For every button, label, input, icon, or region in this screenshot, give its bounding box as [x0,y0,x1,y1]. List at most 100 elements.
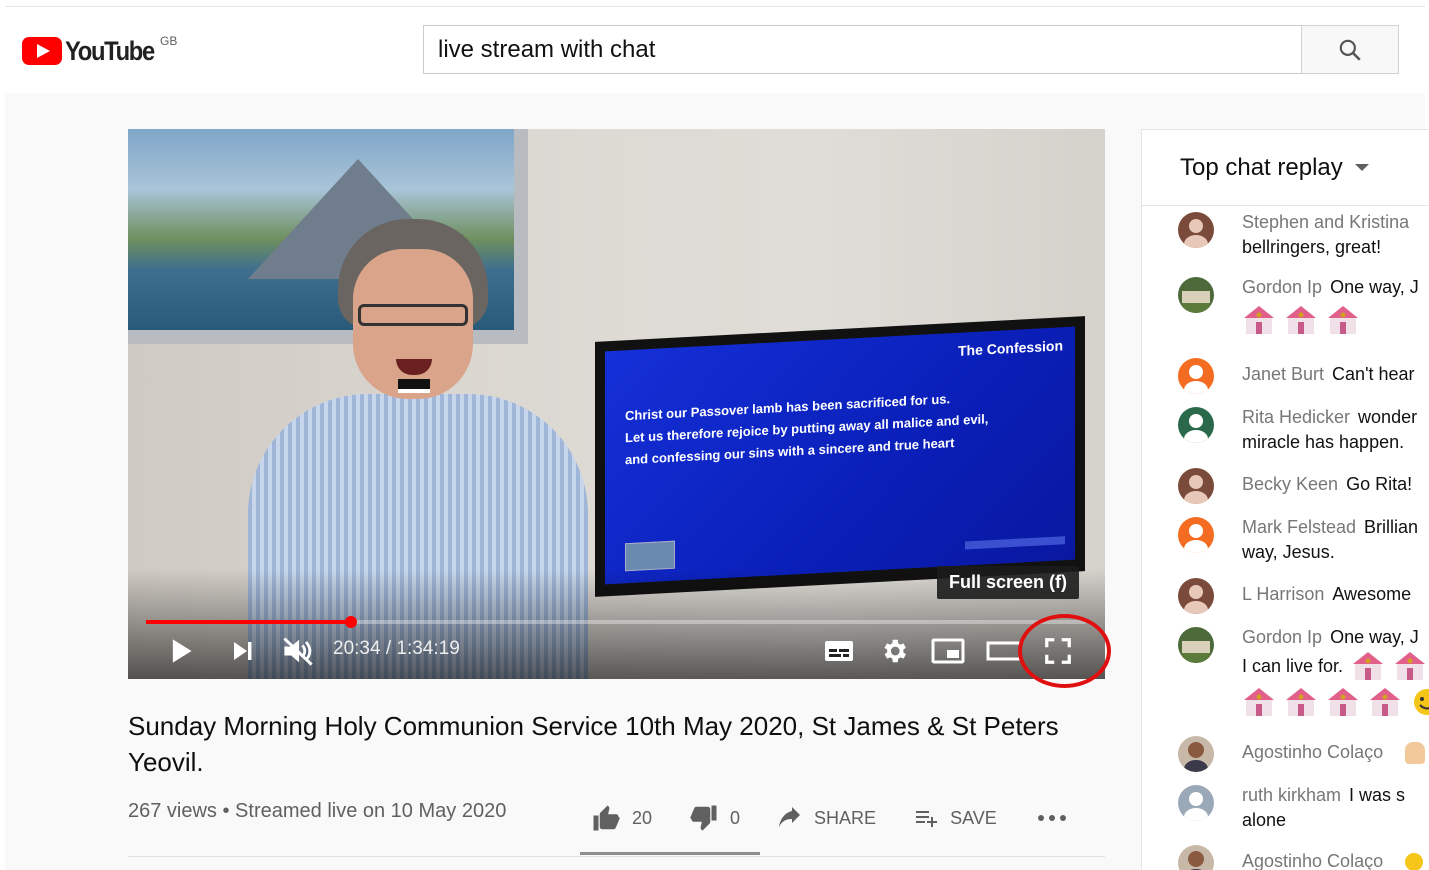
subtitles-button[interactable] [823,634,855,668]
chat-message: Gordon Ip One way, J I can live for. [1178,625,1429,718]
chat-message: Agostinho Colaço [1178,736,1429,772]
miniplayer-button[interactable] [931,634,965,668]
author-name[interactable]: Gordon Ip [1242,277,1322,297]
church-emoji-icon [1393,650,1427,682]
progress-played [146,620,351,624]
church-emoji-icon [1242,686,1276,718]
tv-screen: The Confession Christ our Passover lamb … [595,316,1085,597]
message-text: wonder [1358,407,1418,427]
avatar[interactable] [1178,517,1214,553]
chat-message: ruth kirkham I was s alone [1178,783,1429,833]
subtitles-icon [825,641,853,661]
message-text: alone [1242,810,1287,830]
message-text: way, Jesus. [1242,542,1335,562]
search-button[interactable] [1301,25,1399,74]
avatar[interactable] [1178,578,1214,614]
church-emoji-icon [1242,304,1276,336]
avatar[interactable] [1178,212,1214,248]
video-meta: 267 views • Streamed live on 10 May 2020 [128,800,507,822]
author-name[interactable]: ruth kirkham [1242,785,1341,805]
message-text: Go Rita! [1346,474,1413,494]
highlight-circle [1018,614,1111,688]
author-name[interactable]: Stephen and Kristina [1242,212,1409,232]
next-icon [234,642,252,660]
share-icon [779,807,801,827]
author-name[interactable]: L Harrison [1242,584,1324,604]
chat-message: Janet Burt Can't hear [1178,358,1429,394]
dislike-count: 0 [730,807,741,828]
avatar[interactable] [1178,277,1214,313]
message-text: One way, J [1330,277,1419,297]
author-name[interactable]: Becky Keen [1242,474,1338,494]
message-text: I can live for. [1242,655,1344,676]
chat-mode-dropdown[interactable]: Top chat replay [1142,130,1429,206]
avatar[interactable] [1178,358,1214,394]
author-name[interactable]: Agostinho Colaço [1242,740,1383,765]
avatar[interactable] [1178,736,1214,772]
church-emoji-icon [1326,304,1360,336]
gear-icon [884,639,906,663]
author-name[interactable]: Agostinho Colaço [1242,849,1383,870]
message-text: Brillian [1364,517,1419,537]
chat-message: Mark Felstead Brillian way, Jesus. [1178,515,1429,565]
like-button[interactable]: 20 [590,803,652,833]
message-text: Can't hear [1332,364,1415,384]
avatar[interactable] [1178,468,1214,504]
author-name[interactable]: Janet Burt [1242,364,1324,384]
share-button[interactable]: SHARE [776,806,876,830]
thumbs-up-icon [593,805,620,831]
church-emoji-icon [1284,304,1318,336]
save-button[interactable]: SAVE [912,806,997,830]
dislike-button[interactable]: 0 [688,803,740,833]
author-name[interactable]: Rita Hedicker [1242,407,1350,427]
next-button[interactable] [230,634,256,668]
progress-bar[interactable] [146,616,1086,628]
avatar[interactable] [1178,407,1214,443]
sentiment-bar [580,852,760,855]
church-emoji-icon [1284,686,1318,718]
search-input[interactable] [423,25,1301,74]
video-actions: 20 0 SHARE SAVE [590,800,1103,836]
chat-message: Rita Hedicker wonder miracle has happen. [1178,405,1429,455]
chat-message: Becky Keen Go Rita! [1178,468,1429,504]
chat-message: Gordon Ip One way, J [1178,275,1429,336]
theater-mode-button[interactable] [986,634,1022,668]
thumbs-down-icon [690,805,717,831]
church-emoji-icon [1351,650,1385,682]
search-bar [423,25,1399,74]
church-emoji-icon [1326,686,1360,718]
mute-button[interactable] [281,634,315,668]
region-code: GB [159,34,178,48]
live-chat-panel: Top chat replay Stephen and Kristina bel… [1141,129,1429,870]
author-name[interactable]: Gordon Ip [1242,627,1322,647]
theater-mode-icon [986,641,1022,661]
message-text: miracle has happen. [1242,432,1405,452]
chat-mode-label: Top chat replay [1180,153,1343,181]
more-actions-button[interactable] [1037,813,1067,823]
logo-text: YouTube [65,36,155,66]
more-horizontal-icon [1037,815,1066,821]
youtube-logo[interactable]: YouTube GB [22,34,178,66]
time-display: 20:34 / 1:34:19 [333,638,460,659]
play-icon [172,639,192,663]
play-button[interactable] [168,634,194,668]
youtube-play-icon [22,37,62,65]
dropdown-caret-icon [1354,164,1369,171]
video-player[interactable]: The Confession Christ our Passover lamb … [128,129,1105,679]
avatar[interactable] [1178,627,1214,663]
message-text: One way, J [1330,627,1419,647]
message-text: Awesome [1332,584,1412,604]
chat-message: Stephen and Kristina bellringers, great! [1178,210,1429,260]
smiley-emoji-icon [1410,686,1429,718]
settings-button[interactable] [879,634,909,668]
author-name[interactable]: Mark Felstead [1242,517,1356,537]
chat-message: L Harrison Awesome [1178,578,1429,614]
message-text: bellringers, great! [1242,237,1382,257]
like-count: 20 [632,807,653,828]
message-text: I was s [1349,785,1406,805]
progress-scrubber[interactable] [344,616,357,628]
avatar[interactable] [1178,785,1214,821]
tv-title: The Confession [957,337,1063,359]
emoji-row [1180,304,1429,336]
chat-message: Agostinho Colaço [1178,845,1429,870]
